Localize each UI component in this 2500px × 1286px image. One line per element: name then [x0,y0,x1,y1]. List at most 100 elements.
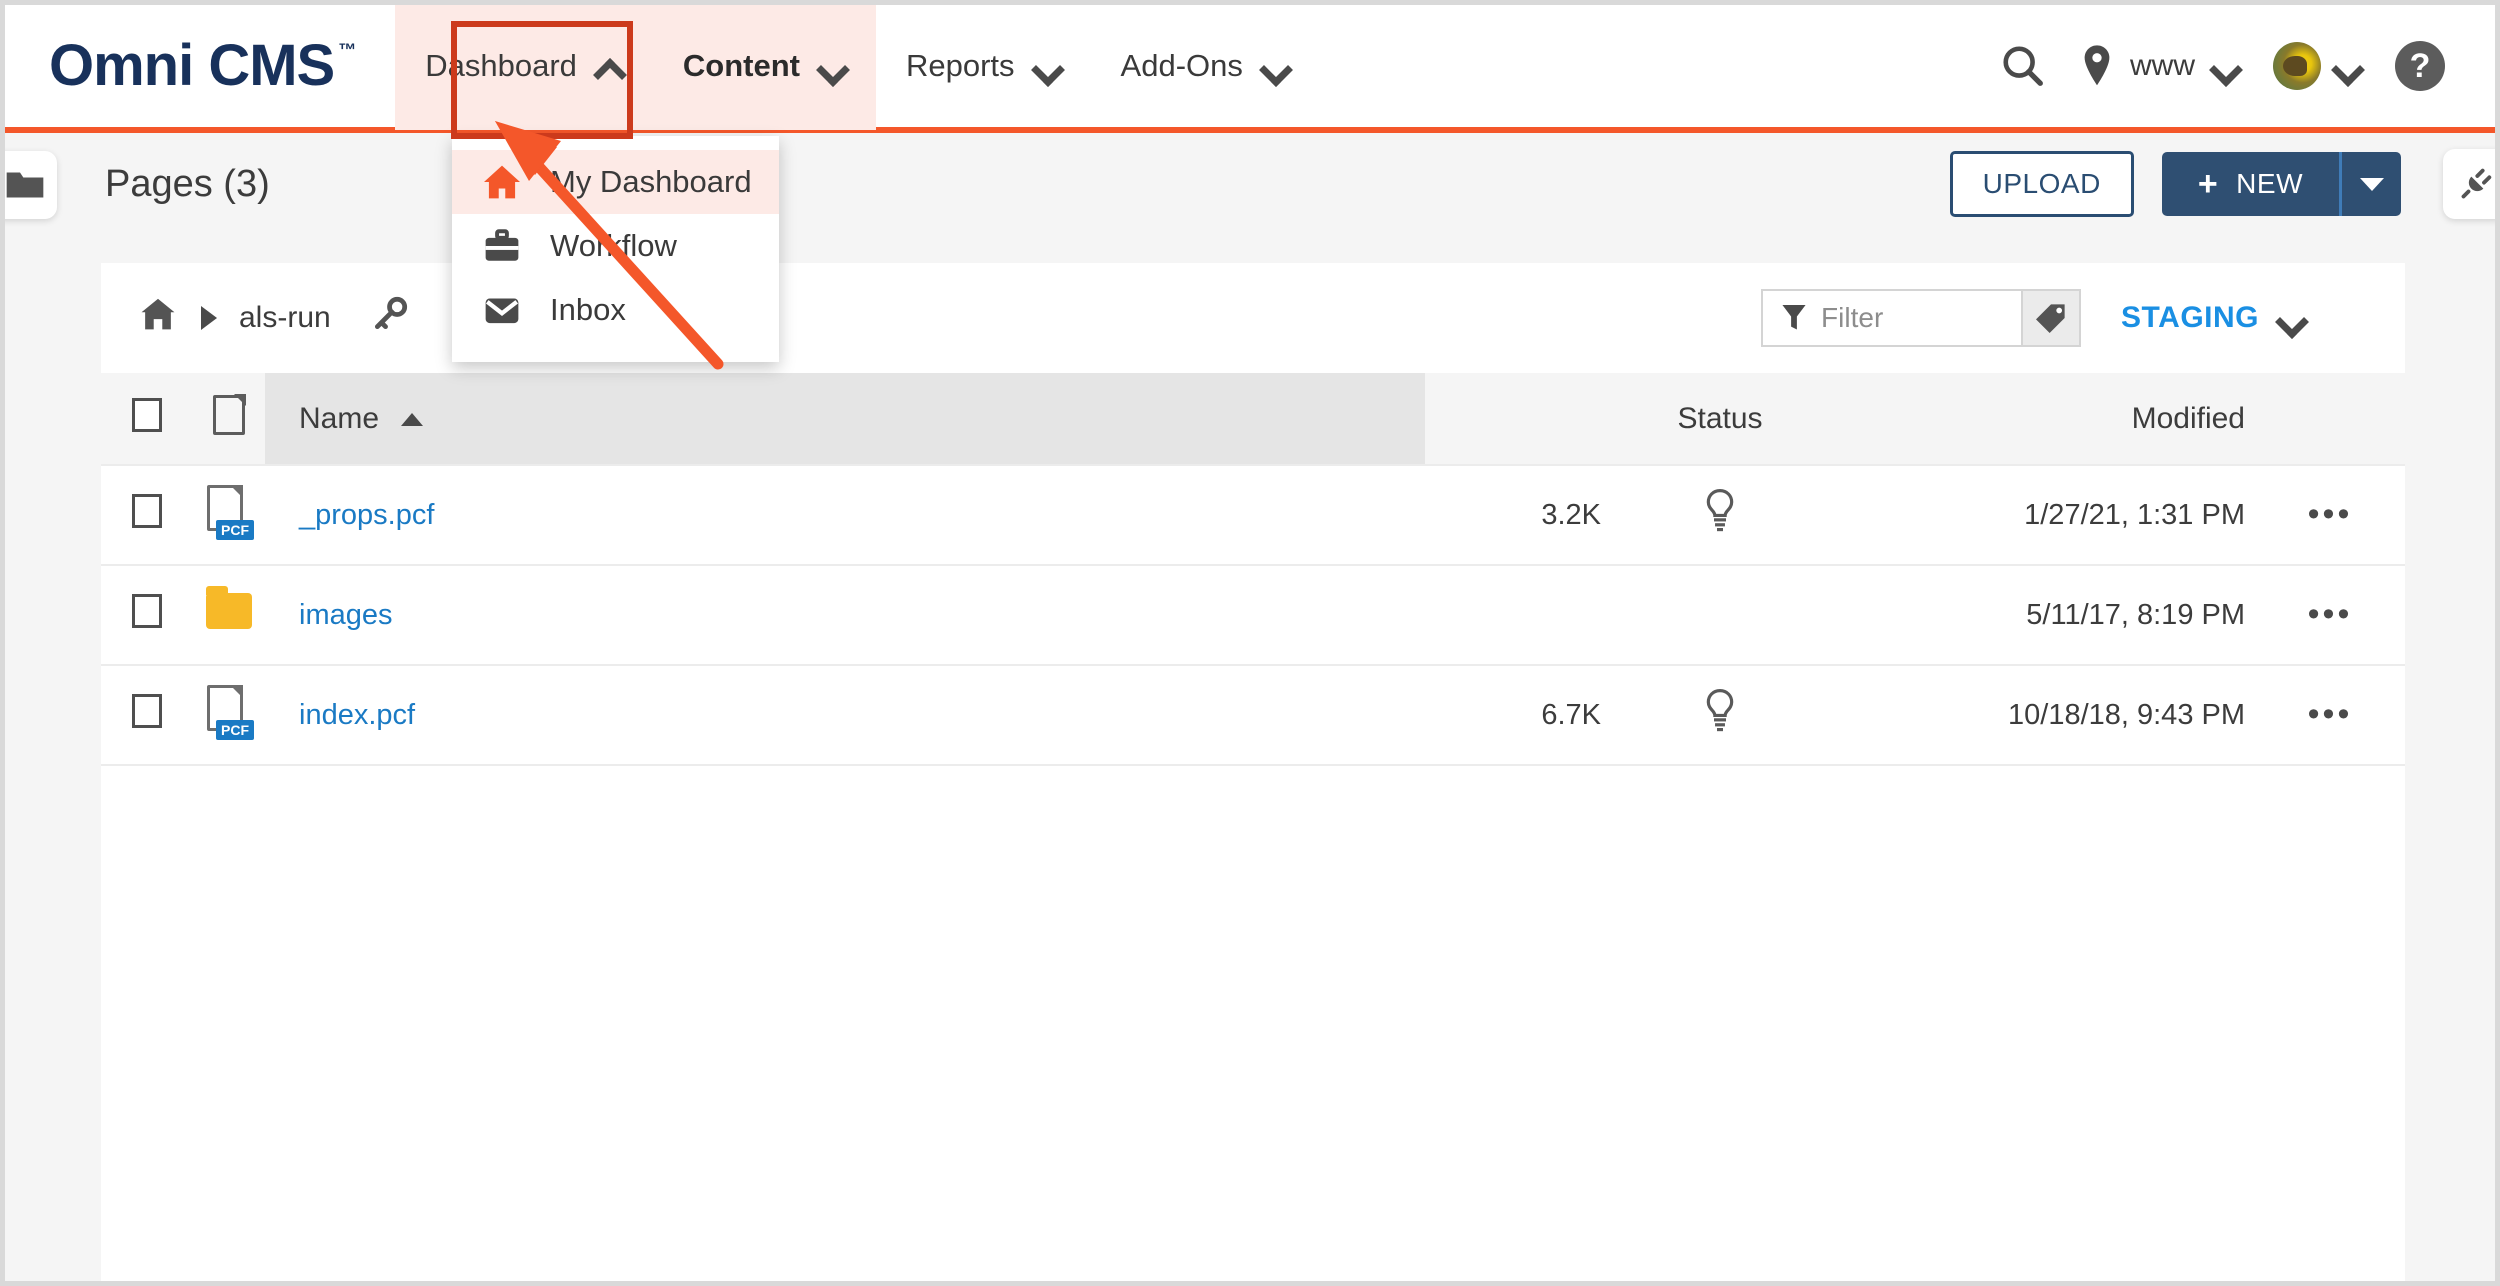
plugins-panel-toggle[interactable] [2443,149,2495,219]
file-name-link[interactable]: images [299,599,393,631]
toolbar-right-cluster: Filter STAGING [1761,289,2305,347]
dashboard-dropdown-menu: My Dashboard Workflow Inbox [452,136,779,362]
app-logo[interactable]: Omni CMS ™ [49,33,356,98]
content-card: als-run Filter STAGING Name Status Modif… [101,263,2405,1281]
new-button-group: + NEW [2161,152,2401,216]
row-name-cell: _props.pcf [265,464,1425,566]
name-column-header[interactable]: Name [265,373,1425,465]
select-all-checkbox[interactable] [132,397,162,432]
nav-item-content-label: Content [682,48,800,83]
file-name-link[interactable]: _props.pcf [299,499,434,531]
nav-item-reports-label: Reports [905,48,1015,83]
nav-item-dashboard[interactable]: Dashboard [395,5,653,130]
menu-item-inbox[interactable]: Inbox [452,278,779,342]
nav-item-addons[interactable]: Add-Ons [1091,5,1319,130]
search-icon[interactable] [2000,43,2046,89]
row-status-cell [1615,565,1825,666]
plus-icon: + [2197,165,2219,203]
row-name-cell: index.pcf [265,665,1425,766]
breadcrumb: als-run [136,295,409,341]
pcf-badge-label: PCF [216,720,254,740]
pcf-file-icon: PCF [207,485,254,540]
row-name-cell: images [265,565,1425,666]
caret-down-icon [2359,177,2384,191]
filter-placeholder: Filter [1821,302,1884,333]
nav-item-content[interactable]: Content [652,5,876,130]
document-icon [213,393,246,435]
nav-item-reports[interactable]: Reports [876,5,1091,130]
row-checkbox[interactable] [132,494,162,528]
file-type-header [193,373,265,465]
upload-button[interactable]: UPLOAD [1949,151,2134,217]
menu-item-my-dashboard[interactable]: My Dashboard [452,150,779,214]
folder-icon [6,172,44,198]
app-logo-text: Omni CMS [49,33,335,98]
pcf-badge-label: PCF [216,520,254,540]
row-file-icon-cell: PCF [193,464,265,566]
pcf-file-icon: PCF [207,685,254,740]
environment-selector[interactable]: STAGING [2121,301,2305,335]
breadcrumb-home-icon[interactable] [136,296,180,340]
table-row[interactable]: PCF _props.pcf 3.2K 1/27/21, 1:31 PM ••• [101,464,2405,566]
row-status-cell [1615,464,1825,566]
content-toolbar: als-run Filter STAGING [101,263,2405,373]
menu-item-workflow[interactable]: Workflow [452,214,779,278]
status-column-header[interactable]: Status [1615,373,1825,465]
main-nav-items: Dashboard Content Reports Add-Ons [395,5,1319,130]
top-navigation-bar: Omni CMS ™ Dashboard Content Reports Add… [5,5,2495,133]
site-selector-label: www [2130,49,2195,82]
new-button-dropdown-toggle[interactable] [2339,152,2401,216]
folder-icon [206,586,252,629]
table-row[interactable]: images 5/11/17, 8:19 PM ••• [101,565,2405,666]
row-modified-cell: 1/27/21, 1:31 PM [1825,464,2255,566]
row-actions-cell: ••• [2255,464,2405,566]
new-button[interactable]: + NEW [2161,152,2339,216]
breadcrumb-separator-icon [201,306,217,330]
chevron-down-icon [1261,52,1289,80]
chevron-down-icon [818,52,846,80]
breadcrumb-item-als-run[interactable]: als-run [239,301,331,335]
row-status-cell [1615,665,1825,766]
row-size-cell: 6.7K [1425,665,1615,766]
size-column-header [1425,373,1615,465]
row-overflow-menu-icon[interactable]: ••• [2308,495,2353,533]
row-overflow-menu-icon[interactable]: ••• [2308,695,2353,733]
row-modified-cell: 10/18/18, 9:43 PM [1825,665,2255,766]
row-overflow-menu-icon[interactable]: ••• [2308,595,2353,633]
lightbulb-icon [1706,489,1734,532]
row-size-cell [1425,565,1615,666]
table-row[interactable]: PCF index.pcf 6.7K 10/18/18, 9:43 PM ••• [101,665,2405,766]
filter-input[interactable]: Filter [1761,289,2024,347]
nav-item-addons-label: Add-Ons [1120,48,1243,83]
nav-item-dashboard-label: Dashboard [425,48,577,83]
name-column-label: Name [299,401,380,435]
select-all-header [101,373,193,465]
envelope-icon [485,298,519,324]
nav-right-cluster: www ? [1966,41,2445,91]
row-actions-cell: ••• [2255,665,2405,766]
folder-panel-toggle[interactable] [5,151,57,219]
site-selector[interactable]: www [2080,44,2239,88]
user-menu[interactable] [2273,42,2361,90]
modified-column-header[interactable]: Modified [1825,373,2255,465]
tag-filter-button[interactable] [2023,289,2082,347]
trademark-symbol: ™ [338,40,356,60]
lightbulb-icon [1706,689,1734,732]
row-select-cell [101,665,193,766]
home-icon [484,165,520,199]
file-name-link[interactable]: index.pcf [299,699,415,731]
app-window: Omni CMS ™ Dashboard Content Reports Add… [0,0,2500,1286]
key-icon[interactable] [371,295,409,341]
page-title: Pages (3) [105,162,270,205]
row-checkbox[interactable] [132,594,162,628]
help-icon[interactable]: ? [2395,41,2445,91]
location-pin-icon [2084,45,2110,86]
row-modified-cell: 5/11/17, 8:19 PM [1825,565,2255,666]
row-checkbox[interactable] [132,694,162,728]
sort-ascending-icon [401,413,424,427]
plug-icon [2461,168,2492,199]
row-file-icon-cell: PCF [193,665,265,766]
environment-label: STAGING [2121,301,2259,334]
avatar [2273,42,2321,90]
briefcase-icon [485,229,519,261]
